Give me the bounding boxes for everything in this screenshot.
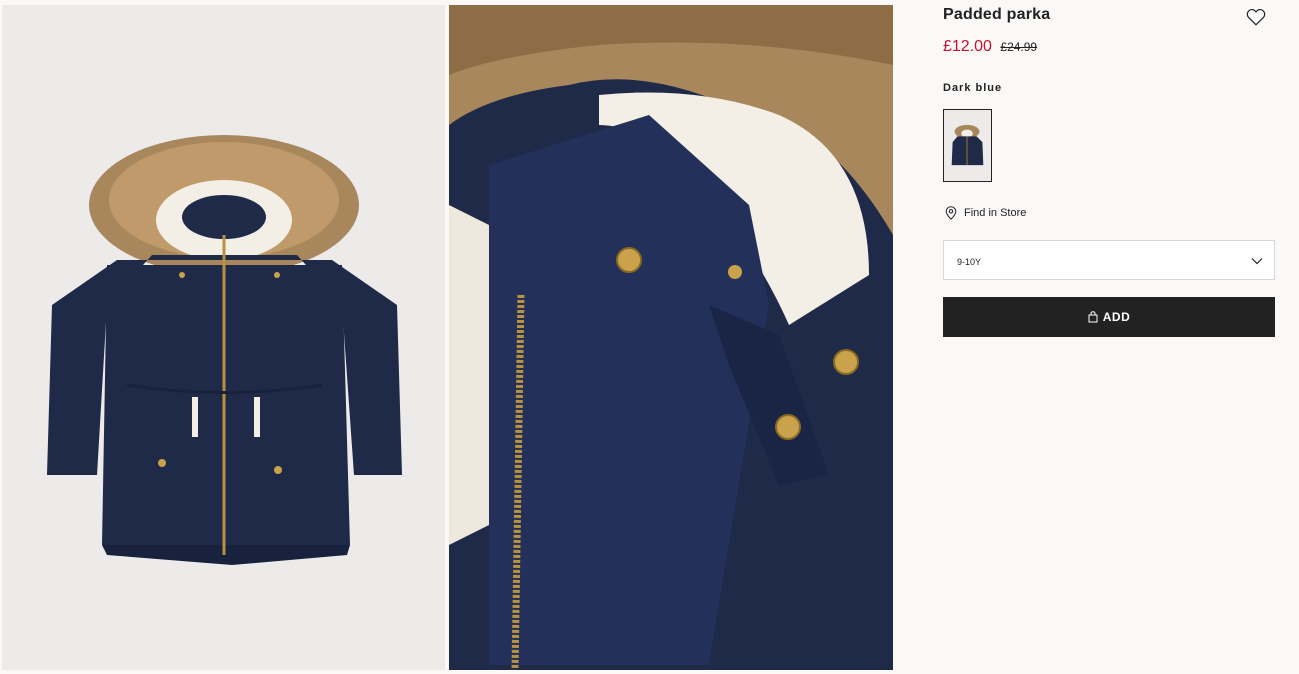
find-in-store-label: Find in Store (964, 207, 1027, 219)
shopping-bag-icon (1088, 311, 1098, 323)
selected-size: 9-10Y (957, 257, 982, 267)
map-pin-icon (945, 206, 957, 220)
color-name: Dark blue (943, 82, 1003, 94)
size-dropdown[interactable]: 9-10Y (943, 240, 1275, 280)
product-title: Padded parka (943, 6, 1051, 23)
swatch-thumbnail (944, 110, 991, 181)
heart-outline-icon[interactable] (1245, 6, 1267, 28)
add-to-bag-button[interactable]: ADD (943, 297, 1275, 337)
product-page: Padded parka £12.00 £24.99 Dark blue Fin… (0, 0, 1299, 674)
parka-front-illustration (2, 5, 445, 670)
find-in-store-link[interactable]: Find in Store (945, 206, 1026, 220)
add-button-label: ADD (1102, 310, 1131, 324)
product-details: Padded parka £12.00 £24.99 Dark blue Fin… (943, 0, 1275, 337)
chevron-down-icon (1251, 258, 1263, 265)
parka-closeup-illustration (449, 5, 893, 670)
title-row: Padded parka (943, 0, 1275, 36)
price-row: £12.00 £24.99 (943, 38, 1037, 56)
original-price: £24.99 (1000, 40, 1038, 54)
sale-price: £12.00 (943, 38, 992, 55)
product-image-main[interactable] (2, 5, 445, 670)
color-swatch-dark-blue[interactable] (943, 109, 992, 182)
product-image-detail[interactable] (449, 5, 893, 670)
